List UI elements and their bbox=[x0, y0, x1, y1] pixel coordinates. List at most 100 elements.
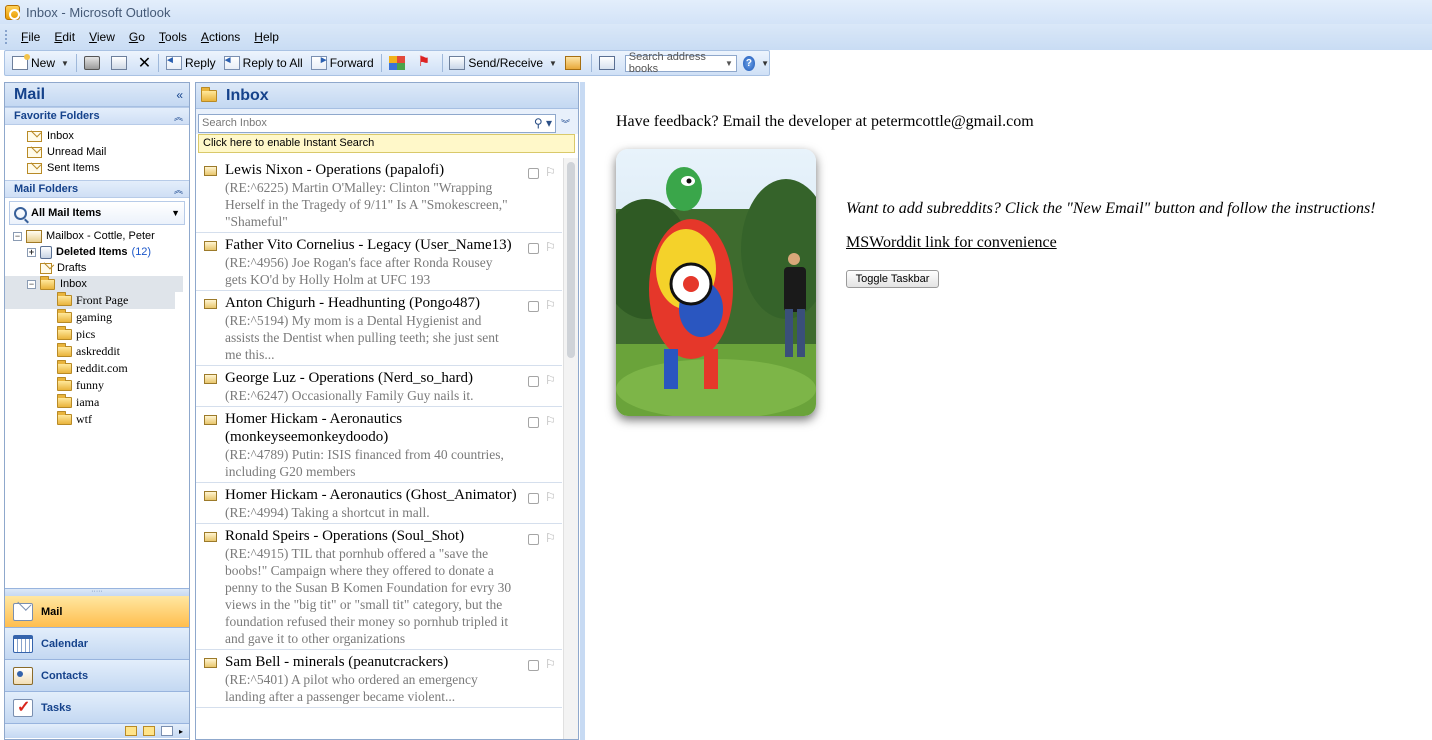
subreddit-folder-list: Front Page gaming pics askreddit reddit.… bbox=[5, 292, 189, 428]
folder-funny[interactable]: funny bbox=[5, 377, 189, 394]
flag-icon[interactable]: ⚐ bbox=[545, 490, 556, 504]
folder-wtf[interactable]: wtf bbox=[5, 411, 189, 428]
message-item[interactable]: Sam Bell - minerals (peanutcrackers) (RE:… bbox=[196, 650, 562, 708]
categorize-button[interactable] bbox=[385, 52, 412, 74]
chevron-down-icon[interactable]: ▼ bbox=[549, 59, 557, 68]
collapse-up-icon[interactable]: ︽ bbox=[174, 183, 183, 196]
categorize-checkbox[interactable] bbox=[528, 376, 539, 387]
collapse-icon[interactable]: « bbox=[176, 88, 183, 102]
drafts-icon bbox=[40, 262, 52, 274]
nav-button-contacts[interactable]: Contacts bbox=[5, 660, 189, 692]
categorize-checkbox[interactable] bbox=[528, 243, 539, 254]
nav-button-tasks[interactable]: Tasks bbox=[5, 692, 189, 724]
flag-icon[interactable]: ⚐ bbox=[545, 240, 556, 254]
delete-button[interactable]: ✕ bbox=[134, 52, 155, 74]
folder-gaming[interactable]: gaming bbox=[5, 309, 189, 326]
menu-edit[interactable]: Edit bbox=[47, 30, 82, 44]
collapse-minus-icon[interactable]: − bbox=[13, 231, 22, 241]
scrollbar-thumb[interactable] bbox=[567, 162, 575, 358]
categorize-checkbox[interactable] bbox=[528, 660, 539, 671]
search-address-placeholder: Search address books bbox=[628, 51, 706, 75]
help-icon[interactable]: ? bbox=[742, 55, 756, 71]
message-item[interactable]: Homer Hickam - Aeronautics (Ghost_Animat… bbox=[196, 483, 562, 524]
follow-up-button[interactable] bbox=[412, 52, 439, 74]
expand-plus-icon[interactable]: + bbox=[27, 247, 36, 257]
flag-icon[interactable]: ⚐ bbox=[545, 414, 556, 428]
envelope-icon bbox=[204, 532, 217, 542]
expand-query-builder-icon[interactable]: ︾ bbox=[561, 117, 570, 130]
inbox-folder-icon bbox=[40, 275, 55, 290]
configure-buttons-icon[interactable]: ▸ bbox=[179, 727, 183, 736]
menu-file[interactable]: File bbox=[14, 30, 47, 44]
folder-iama[interactable]: iama bbox=[5, 394, 189, 411]
nav-button-calendar[interactable]: Calendar bbox=[5, 628, 189, 660]
menu-actions[interactable]: Actions bbox=[194, 30, 247, 44]
book-button[interactable] bbox=[595, 52, 622, 74]
message-item[interactable]: Ronald Speirs - Operations (Soul_Shot) (R… bbox=[196, 524, 562, 650]
inbox-row[interactable]: − Inbox bbox=[5, 275, 183, 292]
collapse-minus-icon[interactable]: − bbox=[27, 279, 36, 289]
nav-splitter-handle[interactable]: ····· bbox=[5, 588, 189, 596]
categorize-checkbox[interactable] bbox=[528, 493, 539, 504]
favorite-inbox[interactable]: Inbox bbox=[27, 128, 189, 144]
printer-icon bbox=[83, 56, 100, 70]
message-item[interactable]: Homer Hickam - Aeronautics (monkeyseemon… bbox=[196, 407, 562, 483]
chevron-down-icon[interactable]: ▼ bbox=[725, 59, 733, 68]
flag-icon[interactable]: ⚐ bbox=[545, 373, 556, 387]
categorize-checkbox[interactable] bbox=[528, 168, 539, 179]
message-item[interactable]: George Luz - Operations (Nerd_so_hard) (R… bbox=[196, 366, 562, 407]
categorize-checkbox[interactable] bbox=[528, 417, 539, 428]
menu-view[interactable]: View bbox=[82, 30, 122, 44]
instructions-text: Want to add subreddits? Click the "New E… bbox=[846, 200, 1376, 217]
msworddit-link[interactable]: MSWorddit link for convenience bbox=[846, 234, 1057, 252]
search-address-books-input[interactable]: Search address books ▼ bbox=[624, 51, 737, 75]
flag-icon[interactable]: ⚐ bbox=[545, 531, 556, 545]
envelope-icon bbox=[204, 658, 217, 668]
search-inbox-input[interactable]: Search Inbox ⚲ ▾ bbox=[198, 113, 556, 133]
reply-button[interactable]: Reply bbox=[162, 52, 220, 74]
favorite-sent-items[interactable]: Sent Items bbox=[27, 160, 189, 176]
search-icon[interactable]: ⚲ ▾ bbox=[534, 116, 552, 130]
toolbar-options-icon[interactable]: ▼ bbox=[761, 59, 769, 68]
address-book-button[interactable] bbox=[561, 52, 588, 74]
message-item[interactable]: Lewis Nixon - Operations (papalofi) (RE:^… bbox=[196, 158, 562, 233]
folder-front-page[interactable]: Front Page bbox=[5, 292, 175, 309]
move-to-folder-button[interactable] bbox=[107, 52, 134, 74]
toggle-taskbar-button[interactable]: Toggle Taskbar bbox=[846, 270, 939, 288]
message-item[interactable]: Anton Chigurh - Headhunting (Pongo487) (R… bbox=[196, 291, 562, 366]
drafts-row[interactable]: Drafts bbox=[13, 260, 189, 276]
deleted-items-row[interactable]: + Deleted Items (12) bbox=[13, 244, 189, 260]
categorize-checkbox[interactable] bbox=[528, 301, 539, 312]
notes-icon[interactable] bbox=[124, 726, 137, 736]
chevron-down-icon[interactable]: ▼ bbox=[61, 59, 69, 68]
favorite-unread-mail[interactable]: Unread Mail bbox=[27, 144, 189, 160]
folder-reddit-com[interactable]: reddit.com bbox=[5, 360, 189, 377]
folder-askreddit[interactable]: askreddit bbox=[5, 343, 189, 360]
send-receive-button[interactable]: Send/Receive ▼ bbox=[445, 52, 561, 74]
flag-icon[interactable]: ⚐ bbox=[545, 657, 556, 671]
enable-instant-search-bar[interactable]: Click here to enable Instant Search bbox=[198, 134, 575, 153]
reply-all-button[interactable]: Reply to All bbox=[220, 52, 307, 74]
print-button[interactable] bbox=[80, 52, 107, 74]
message-subject: (RE:^6225) Martin O'Malley: Clinton "Wra… bbox=[225, 180, 508, 229]
flag-icon[interactable]: ⚐ bbox=[545, 298, 556, 312]
chevron-down-icon[interactable]: ▼ bbox=[171, 208, 180, 218]
folder-pics[interactable]: pics bbox=[5, 326, 189, 343]
menu-tools[interactable]: Tools bbox=[152, 30, 194, 44]
new-button[interactable]: New ▼ bbox=[8, 52, 73, 74]
favorite-folders-header[interactable]: Favorite Folders ︽ bbox=[5, 107, 189, 125]
mail-folders-header[interactable]: Mail Folders ︽ bbox=[5, 180, 189, 198]
message-list-scrollbar[interactable] bbox=[563, 158, 578, 739]
forward-button[interactable]: Forward bbox=[307, 52, 378, 74]
mailbox-row[interactable]: − Mailbox - Cottle, Peter bbox=[13, 228, 189, 244]
shortcuts-icon[interactable] bbox=[160, 726, 173, 736]
message-item[interactable]: Father Vito Cornelius - Legacy (User_Nam… bbox=[196, 233, 562, 291]
folder-list-icon[interactable] bbox=[142, 726, 155, 736]
menu-help[interactable]: Help bbox=[247, 30, 286, 44]
nav-button-mail[interactable]: Mail bbox=[5, 596, 189, 628]
flag-icon[interactable]: ⚐ bbox=[545, 165, 556, 179]
collapse-up-icon[interactable]: ︽ bbox=[174, 110, 183, 123]
categorize-checkbox[interactable] bbox=[528, 534, 539, 545]
menu-go[interactable]: Go bbox=[122, 30, 152, 44]
all-mail-items-selector[interactable]: All Mail Items ▼ bbox=[9, 201, 185, 225]
